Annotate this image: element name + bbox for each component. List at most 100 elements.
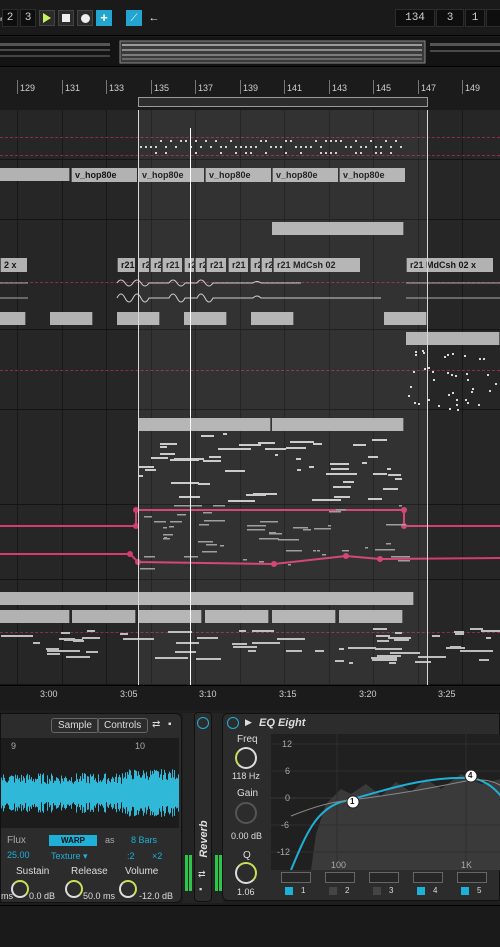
clip[interactable]: v_hop80e (205, 168, 271, 182)
flux-value[interactable]: 25.00 (7, 850, 30, 860)
expand-icon[interactable]: ▶ (245, 717, 252, 728)
clip[interactable]: r21 MdCsh 02 x (406, 258, 493, 272)
bell-icon[interactable] (369, 872, 399, 883)
clip[interactable] (205, 610, 269, 623)
arrangement-overview[interactable] (0, 37, 500, 67)
position-sixteenth-field[interactable]: 1 (465, 9, 485, 27)
eq-band-1[interactable]: 1 (279, 871, 323, 899)
eq-band-5[interactable]: 5 (455, 871, 499, 899)
clip[interactable] (117, 312, 160, 325)
automation-arm-button[interactable]: ⟋ (126, 10, 142, 26)
clip[interactable] (72, 610, 136, 623)
reverb-device-collapsed[interactable]: Reverb ⇄ ▪ (194, 712, 212, 902)
position-beat-field[interactable]: 3 (436, 9, 464, 27)
eq-band-4[interactable]: 4 (411, 871, 455, 899)
save-icon[interactable]: ▪ (168, 719, 172, 730)
bell-icon[interactable] (457, 872, 487, 883)
freq-value[interactable]: 118 Hz (232, 771, 260, 781)
lowshelf-icon[interactable] (325, 872, 355, 883)
halve-button[interactable]: :2 (127, 851, 135, 861)
sustain-value[interactable]: 0.0 dB (29, 891, 55, 901)
play-button[interactable] (39, 10, 55, 26)
loop-brace[interactable] (138, 97, 428, 107)
back-to-arrangement-button[interactable]: ← (146, 10, 162, 26)
clip[interactable]: r2 (195, 258, 205, 272)
clip[interactable]: r21 (206, 258, 226, 272)
volume-value[interactable]: -12.0 dB (139, 891, 173, 901)
clip[interactable]: r21 (117, 258, 135, 272)
time-ruler[interactable]: 3:00 3:05 3:10 3:15 3:20 3:25 (0, 685, 500, 703)
clip[interactable]: r21 (150, 258, 161, 272)
clip[interactable]: r21 MdCsh 02 (273, 258, 360, 272)
quantize-field[interactable]: 2 (2, 9, 18, 27)
clip[interactable]: v_hop80e (272, 168, 338, 182)
eq-graph[interactable]: 1 4 12 6 0 -6 -12 100 1K (271, 734, 500, 871)
warp-button[interactable]: WARP (49, 835, 97, 846)
clip[interactable] (0, 312, 26, 325)
sustain-knob[interactable] (11, 880, 29, 898)
save-icon[interactable]: ▪ (199, 884, 202, 894)
clip[interactable]: v_hop80e (71, 168, 137, 182)
warp-mode-dropdown[interactable]: Texture ▾ (51, 851, 88, 862)
eq-band-2[interactable]: 2 (323, 871, 367, 899)
position-extra-field[interactable] (486, 9, 500, 27)
clip[interactable]: r21 (228, 258, 248, 272)
clip[interactable] (0, 592, 414, 605)
bar-field[interactable]: 3 (20, 9, 36, 27)
track-lane[interactable]: v_hop80e v_hop80e v_hop80e v_hop80e v_ho… (0, 160, 500, 220)
band-toggle[interactable] (373, 887, 381, 895)
tab-sample[interactable]: Sample (51, 718, 99, 733)
clip[interactable]: r2 (184, 258, 194, 272)
clip[interactable]: 2 x (0, 258, 27, 272)
clip[interactable]: r21 (162, 258, 182, 272)
warp-length-field[interactable]: 8 Bars (131, 835, 157, 845)
band-toggle[interactable] (461, 887, 469, 895)
clip[interactable] (50, 312, 93, 325)
clip[interactable] (406, 332, 500, 345)
eq-band-3[interactable]: 3 (367, 871, 411, 899)
clip[interactable] (272, 610, 336, 623)
clip[interactable]: v_hop80e (339, 168, 405, 182)
clip[interactable] (272, 418, 404, 431)
beat-ruler[interactable]: 129 131 133 135 137 139 141 143 145 147 … (0, 80, 500, 96)
freq-knob[interactable] (235, 747, 257, 769)
eq-power-icon[interactable] (227, 717, 239, 729)
clip[interactable] (0, 168, 70, 181)
clip[interactable] (339, 610, 403, 623)
band-toggle[interactable] (329, 887, 337, 895)
hotswap-icon[interactable]: ⇄ (152, 719, 160, 730)
record-button[interactable] (77, 10, 93, 26)
clip[interactable] (138, 610, 202, 623)
playhead[interactable] (190, 128, 191, 685)
gain-value[interactable]: 0.00 dB (231, 831, 262, 841)
q-value[interactable]: 1.06 (237, 887, 255, 897)
gain-knob[interactable] (235, 802, 257, 824)
clip[interactable]: r2 (261, 258, 272, 272)
tab-controls[interactable]: Controls (97, 718, 149, 733)
clip[interactable]: r2 (250, 258, 260, 272)
bell-icon[interactable] (413, 872, 443, 883)
release-knob[interactable] (65, 880, 83, 898)
lowcut-icon[interactable] (281, 872, 311, 883)
sample-waveform[interactable]: 9 10 (1, 738, 179, 828)
clip[interactable] (0, 610, 70, 623)
clip[interactable] (384, 312, 427, 325)
arrangement-view[interactable]: v_hop80e v_hop80e v_hop80e v_hop80e v_ho… (0, 110, 500, 685)
clip[interactable]: r2 (138, 258, 149, 272)
x-tick: 100 (331, 860, 347, 870)
band-toggle[interactable] (285, 887, 293, 895)
clip[interactable] (138, 418, 271, 431)
release-value[interactable]: 50.0 ms (83, 891, 115, 901)
stop-button[interactable] (58, 10, 74, 26)
clip[interactable] (272, 222, 404, 235)
session-record-button[interactable]: + (96, 10, 112, 26)
volume-knob[interactable] (119, 880, 137, 898)
clip[interactable] (251, 312, 294, 325)
band-toggle[interactable] (417, 887, 425, 895)
clip[interactable]: v_hop80e (138, 168, 204, 182)
double-button[interactable]: ×2 (152, 851, 162, 861)
reverb-power-icon[interactable] (197, 717, 209, 729)
q-knob[interactable] (235, 862, 257, 884)
hotswap-icon[interactable]: ⇄ (198, 869, 206, 880)
position-bar-field[interactable]: 134 (395, 9, 435, 27)
